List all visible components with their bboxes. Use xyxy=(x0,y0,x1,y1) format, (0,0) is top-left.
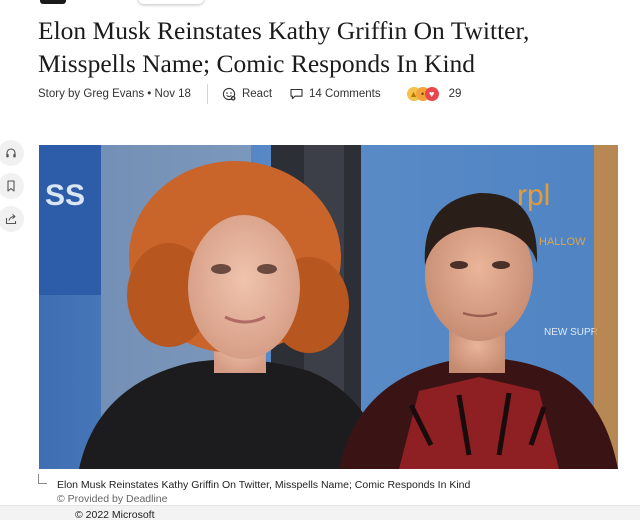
react-label: React xyxy=(241,88,273,100)
caption-marker xyxy=(38,474,47,484)
save-button[interactable] xyxy=(0,173,24,199)
reactions-summary[interactable]: ▲ • ♥ 29 xyxy=(406,87,462,101)
meta-divider xyxy=(206,84,208,104)
side-action-rail xyxy=(0,140,26,239)
heart-emoji-icon: ♥ xyxy=(424,87,439,101)
headphones-icon xyxy=(6,148,16,158)
svg-text:HALLOW: HALLOW xyxy=(539,236,586,248)
image-caption: Elon Musk Reinstates Kathy Griffin On Tw… xyxy=(57,479,471,491)
reaction-count: 29 xyxy=(448,88,462,100)
svg-text:rpl: rpl xyxy=(517,179,550,212)
listen-button[interactable] xyxy=(0,140,24,166)
image-credit: © Provided by Deadline xyxy=(57,493,168,505)
comments-button[interactable]: 14 Comments xyxy=(290,88,381,100)
article-hero-image[interactable]: SS rpl HALLOW NEW SUPR xyxy=(39,145,618,469)
byline: Story by Greg Evans • Nov 18 xyxy=(38,88,191,100)
svg-text:SS: SS xyxy=(45,179,85,212)
comment-icon xyxy=(290,88,303,100)
hero-photo: SS rpl HALLOW NEW SUPR xyxy=(39,145,618,469)
comments-label: 14 Comments xyxy=(309,88,381,100)
top-toolbar-pill[interactable] xyxy=(138,0,204,4)
share-icon xyxy=(5,213,17,225)
react-button[interactable]: React xyxy=(222,87,272,101)
reaction-emojis: ▲ • ♥ xyxy=(406,87,441,101)
article-meta-row: Story by Greg Evans • Nov 18 React 14 Co… xyxy=(38,84,461,104)
msn-logo[interactable] xyxy=(40,0,66,4)
article-headline: Elon Musk Reinstates Kathy Griffin On Tw… xyxy=(38,16,530,78)
svg-text:NEW SUPR: NEW SUPR xyxy=(544,327,598,338)
copyright-text: © 2022 Microsoft xyxy=(75,509,155,521)
react-icon xyxy=(222,87,236,101)
share-button[interactable] xyxy=(0,206,24,232)
bookmark-icon xyxy=(7,180,15,192)
